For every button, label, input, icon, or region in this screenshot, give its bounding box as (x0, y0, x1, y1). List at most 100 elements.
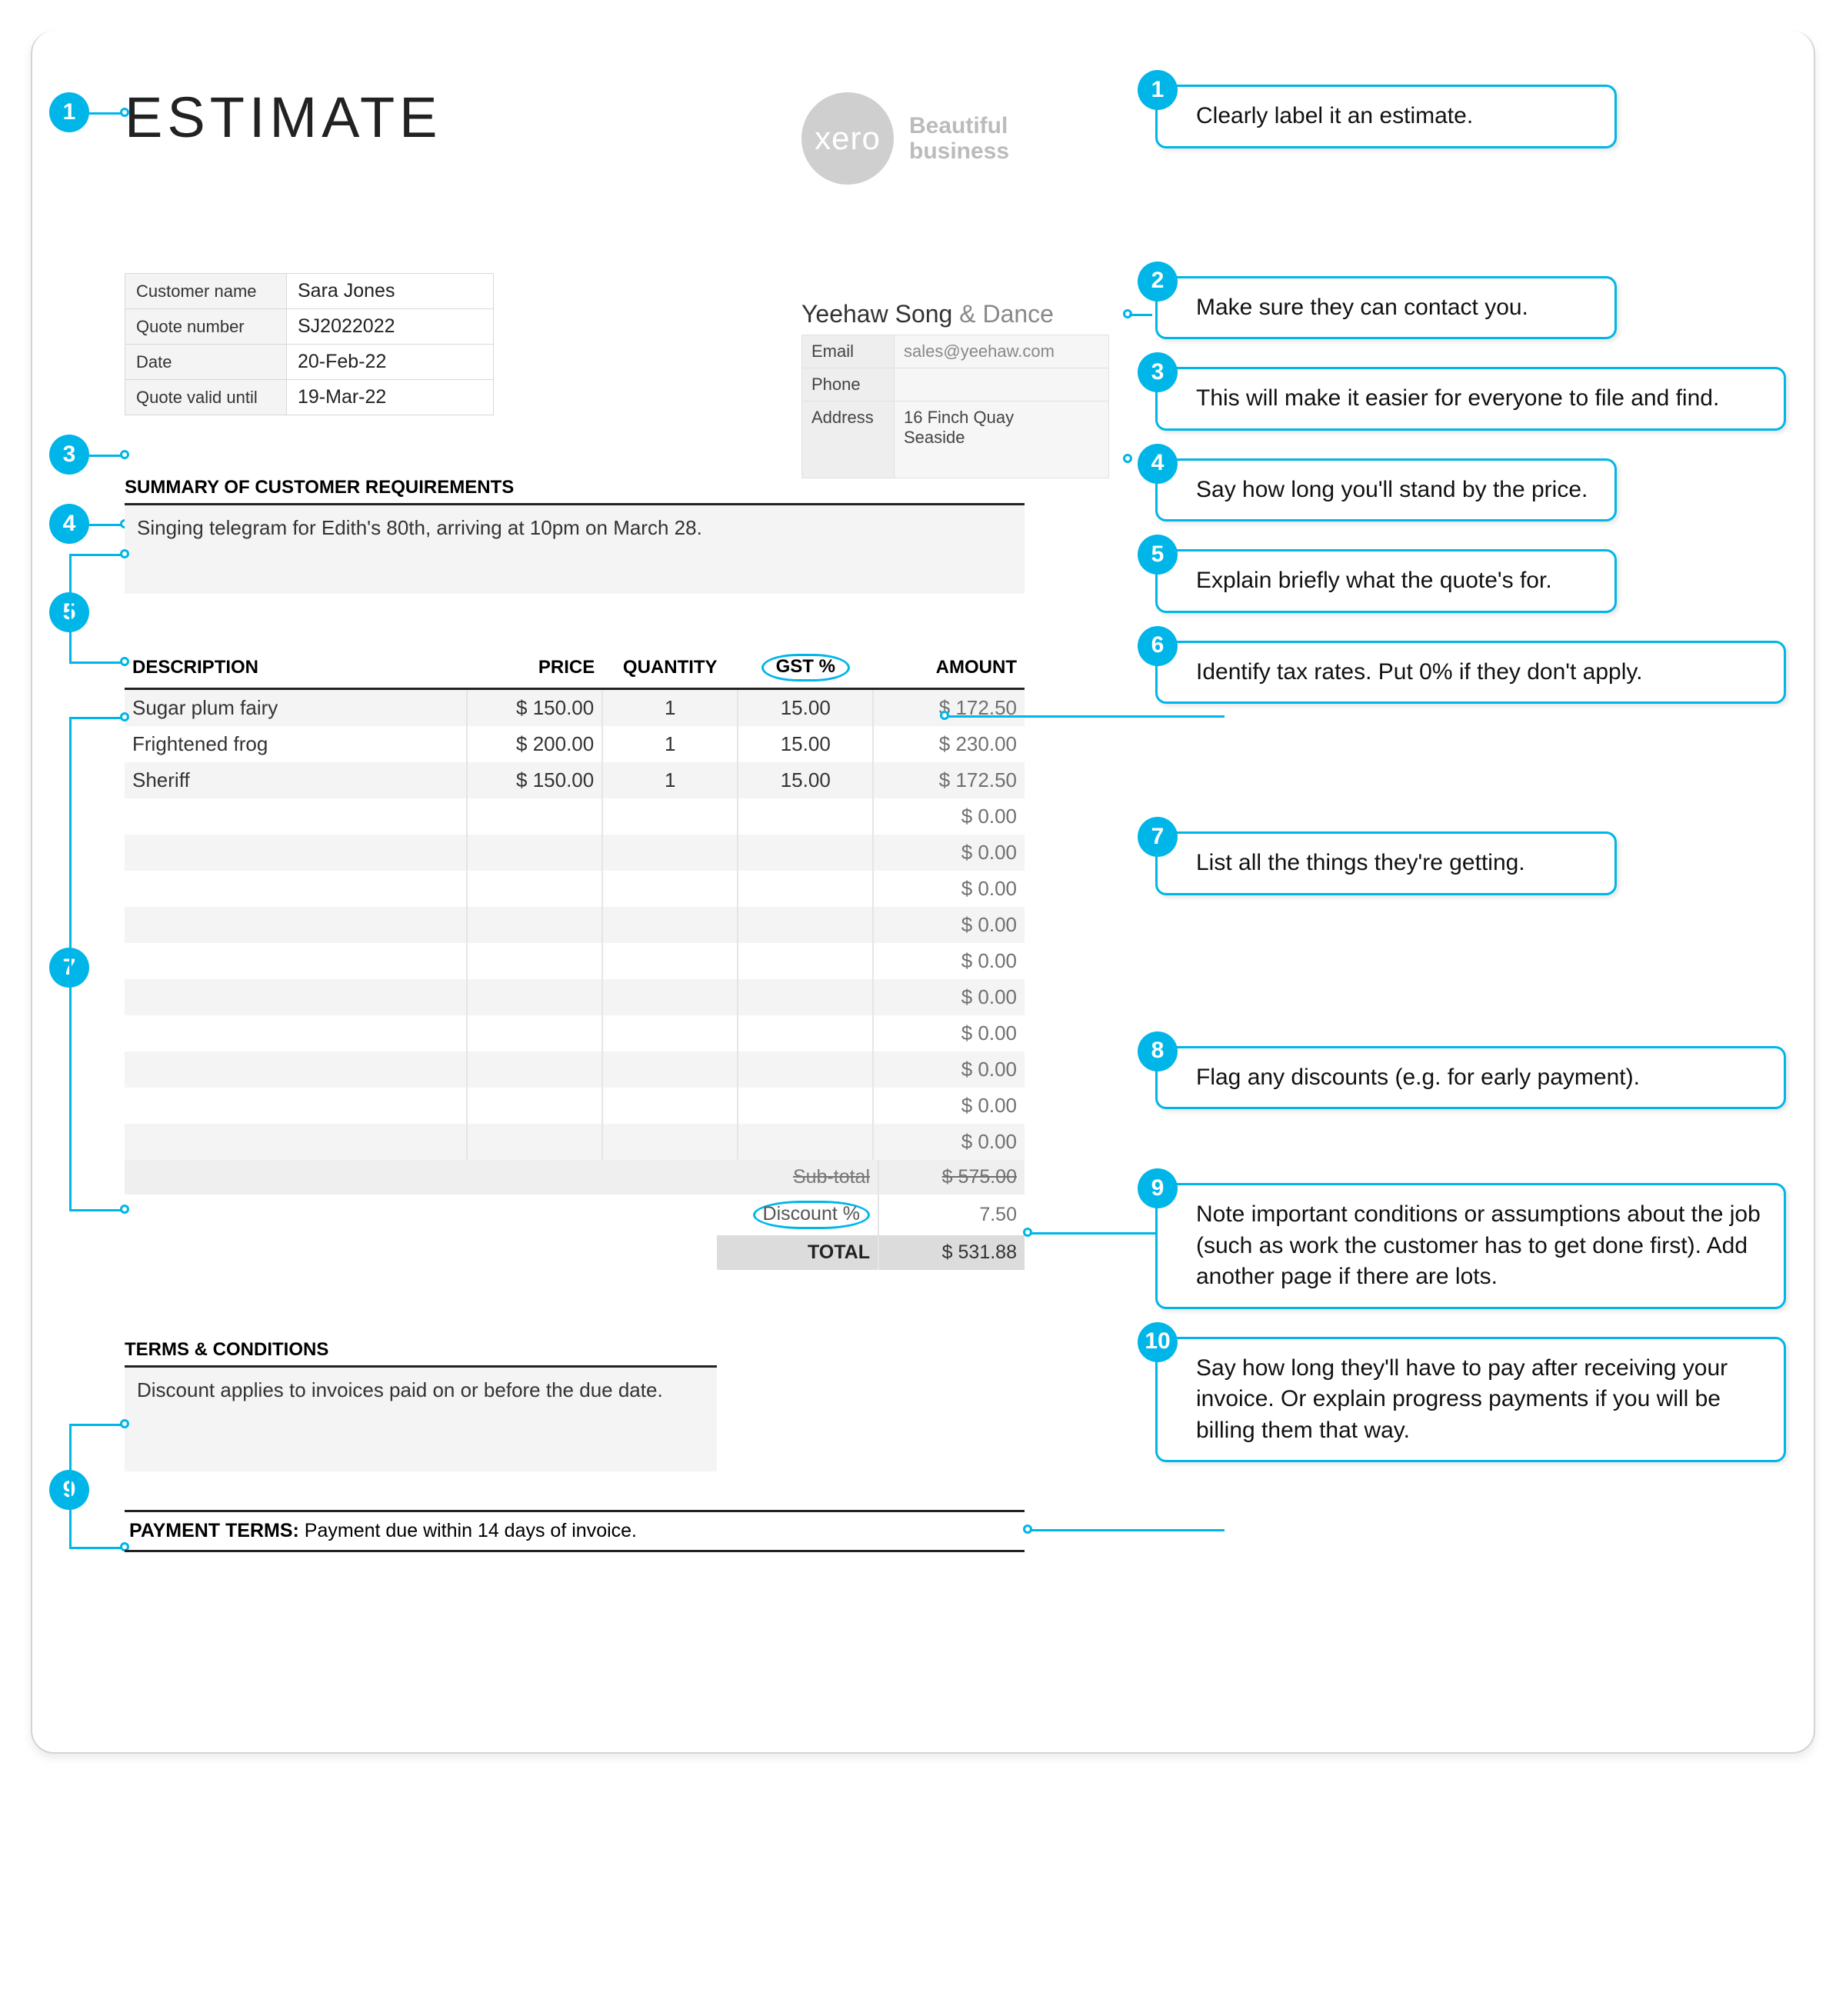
seller-name-main: Yeehaw Song (801, 300, 959, 328)
badge-3-left: 3 (49, 435, 89, 475)
seller-name: Yeehaw Song & Dance (801, 300, 1109, 328)
item-gst (738, 1051, 873, 1088)
table-row: $ 0.00 (125, 798, 1025, 835)
terms-text: Discount applies to invoices paid on or … (125, 1368, 717, 1471)
item-price (467, 798, 602, 835)
badge-9: 9 (1138, 1168, 1178, 1208)
value-phone (895, 368, 1109, 402)
item-desc (125, 1088, 467, 1124)
discount-label: Discount % (717, 1195, 878, 1235)
table-row: $ 0.00 (125, 871, 1025, 907)
summary-text: Singing telegram for Edith's 80th, arriv… (125, 505, 1025, 594)
badge-4-left: 4 (49, 504, 89, 544)
item-price (467, 1015, 602, 1051)
badge-1: 1 (1138, 70, 1178, 110)
item-desc (125, 1124, 467, 1160)
item-amount: $ 0.00 (873, 979, 1025, 1015)
callout-7-text: List all the things they're getting. (1196, 850, 1525, 875)
item-desc (125, 943, 467, 979)
item-qty (602, 871, 738, 907)
item-qty (602, 1015, 738, 1051)
value-date: 20-Feb-22 (287, 345, 494, 380)
logo-block: xero Beautiful business (801, 92, 1048, 185)
label-email: Email (802, 335, 895, 368)
seller-block: Yeehaw Song & Dance Email sales@yeehaw.c… (801, 300, 1109, 478)
item-gst (738, 871, 873, 907)
col-amount: AMOUNT (873, 648, 1025, 689)
item-amount: $ 172.50 (873, 762, 1025, 798)
item-gst (738, 979, 873, 1015)
item-amount: $ 172.50 (873, 689, 1025, 727)
callout-4: 4 Say how long you'll stand by the price… (1155, 458, 1617, 522)
item-desc (125, 871, 467, 907)
item-qty: 1 (602, 689, 738, 727)
item-amount: $ 0.00 (873, 798, 1025, 835)
callout-4-text: Say how long you'll stand by the price. (1196, 477, 1588, 502)
table-row: $ 0.00 (125, 1088, 1025, 1124)
badge-6: 6 (1138, 626, 1178, 666)
callout-2-text: Make sure they can contact you. (1196, 295, 1528, 320)
callout-1: 1 Clearly label it an estimate. (1155, 85, 1617, 148)
badge-1-left: 1 (49, 92, 89, 132)
item-amount: $ 0.00 (873, 943, 1025, 979)
badge-8: 8 (1138, 1031, 1178, 1071)
callout-5: 5 Explain briefly what the quote's for. (1155, 549, 1617, 613)
item-price (467, 907, 602, 943)
callout-10-text: Say how long they'll have to pay after r… (1196, 1355, 1728, 1443)
item-amount: $ 0.00 (873, 1088, 1025, 1124)
badge-2: 2 (1138, 262, 1178, 302)
table-row: $ 0.00 (125, 943, 1025, 979)
table-row: Sheriff$ 150.00115.00$ 172.50 (125, 762, 1025, 798)
callout-3: 3 This will make it easier for everyone … (1155, 367, 1786, 431)
item-price (467, 835, 602, 871)
subtotal-label: Sub-total (717, 1160, 878, 1195)
item-price (467, 979, 602, 1015)
seller-contact-table: Email sales@yeehaw.com Phone Address 16 … (801, 335, 1109, 478)
item-desc (125, 907, 467, 943)
item-desc (125, 1015, 467, 1051)
value-address: 16 Finch Quay Seaside (895, 402, 1109, 478)
payment-terms: PAYMENT TERMS: Payment due within 14 day… (125, 1510, 1025, 1552)
item-amount: $ 0.00 (873, 871, 1025, 907)
label-valid-until: Quote valid until (125, 380, 287, 415)
item-gst (738, 1015, 873, 1051)
item-gst (738, 907, 873, 943)
col-price: PRICE (467, 648, 602, 689)
item-amount: $ 0.00 (873, 835, 1025, 871)
item-amount: $ 0.00 (873, 1124, 1025, 1160)
item-price (467, 1124, 602, 1160)
item-price: $ 200.00 (467, 726, 602, 762)
callout-2: 2 Make sure they can contact you. (1155, 276, 1617, 340)
item-gst: 15.00 (738, 689, 873, 727)
item-qty (602, 1124, 738, 1160)
total-value: $ 531.88 (878, 1235, 1025, 1270)
table-row: $ 0.00 (125, 907, 1025, 943)
item-amount: $ 0.00 (873, 907, 1025, 943)
item-qty: 1 (602, 762, 738, 798)
estimate-sheet: 1 ESTIMATE xero Beautiful business Custo… (31, 31, 1815, 1754)
item-price: $ 150.00 (467, 762, 602, 798)
value-customer-name: Sara Jones (287, 274, 494, 309)
callout-8: 8 Flag any discounts (e.g. for early pay… (1155, 1046, 1786, 1110)
logo-icon: xero (801, 92, 894, 185)
col-gst: GST % (738, 648, 873, 689)
item-amount: $ 0.00 (873, 1051, 1025, 1088)
line-items-table: DESCRIPTION PRICE QUANTITY GST % AMOUNT … (125, 648, 1025, 1160)
item-price (467, 1051, 602, 1088)
callout-10: 10 Say how long they'll have to pay afte… (1155, 1337, 1786, 1463)
label-address: Address (802, 402, 895, 478)
item-gst (738, 1088, 873, 1124)
badge-4: 4 (1138, 444, 1178, 484)
table-row: $ 0.00 (125, 1015, 1025, 1051)
item-qty (602, 798, 738, 835)
item-price (467, 871, 602, 907)
badge-7: 7 (1138, 817, 1178, 857)
callout-8-text: Flag any discounts (e.g. for early payme… (1196, 1065, 1640, 1090)
badge-10: 10 (1138, 1322, 1178, 1362)
item-desc (125, 1051, 467, 1088)
logo-tagline: Beautiful business (909, 113, 1048, 164)
callouts-column: 1 Clearly label it an estimate. 2 Make s… (1155, 85, 1786, 1490)
callout-3-text: This will make it easier for everyone to… (1196, 385, 1719, 411)
callout-1-text: Clearly label it an estimate. (1196, 103, 1473, 128)
item-qty: 1 (602, 726, 738, 762)
